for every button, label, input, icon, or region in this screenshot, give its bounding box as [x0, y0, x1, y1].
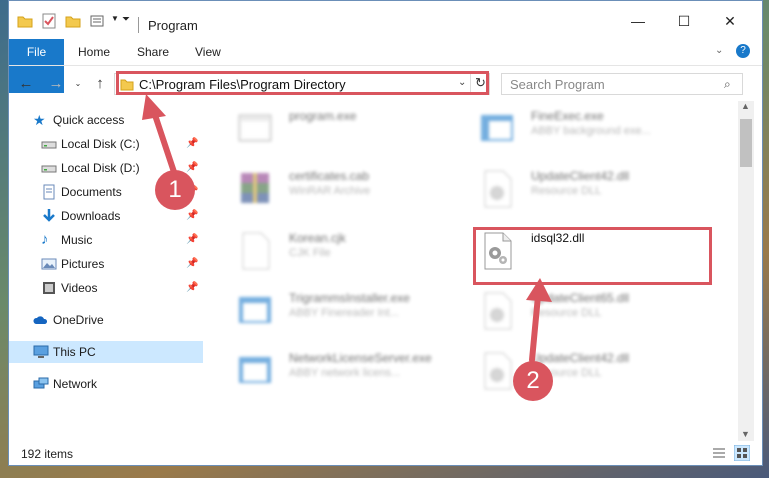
annotation-overlay: [142, 94, 552, 363]
arrow-2: [526, 278, 552, 363]
callout-1: 1: [155, 170, 195, 210]
callout-2: 2: [513, 361, 553, 401]
arrow-1: [142, 94, 177, 175]
